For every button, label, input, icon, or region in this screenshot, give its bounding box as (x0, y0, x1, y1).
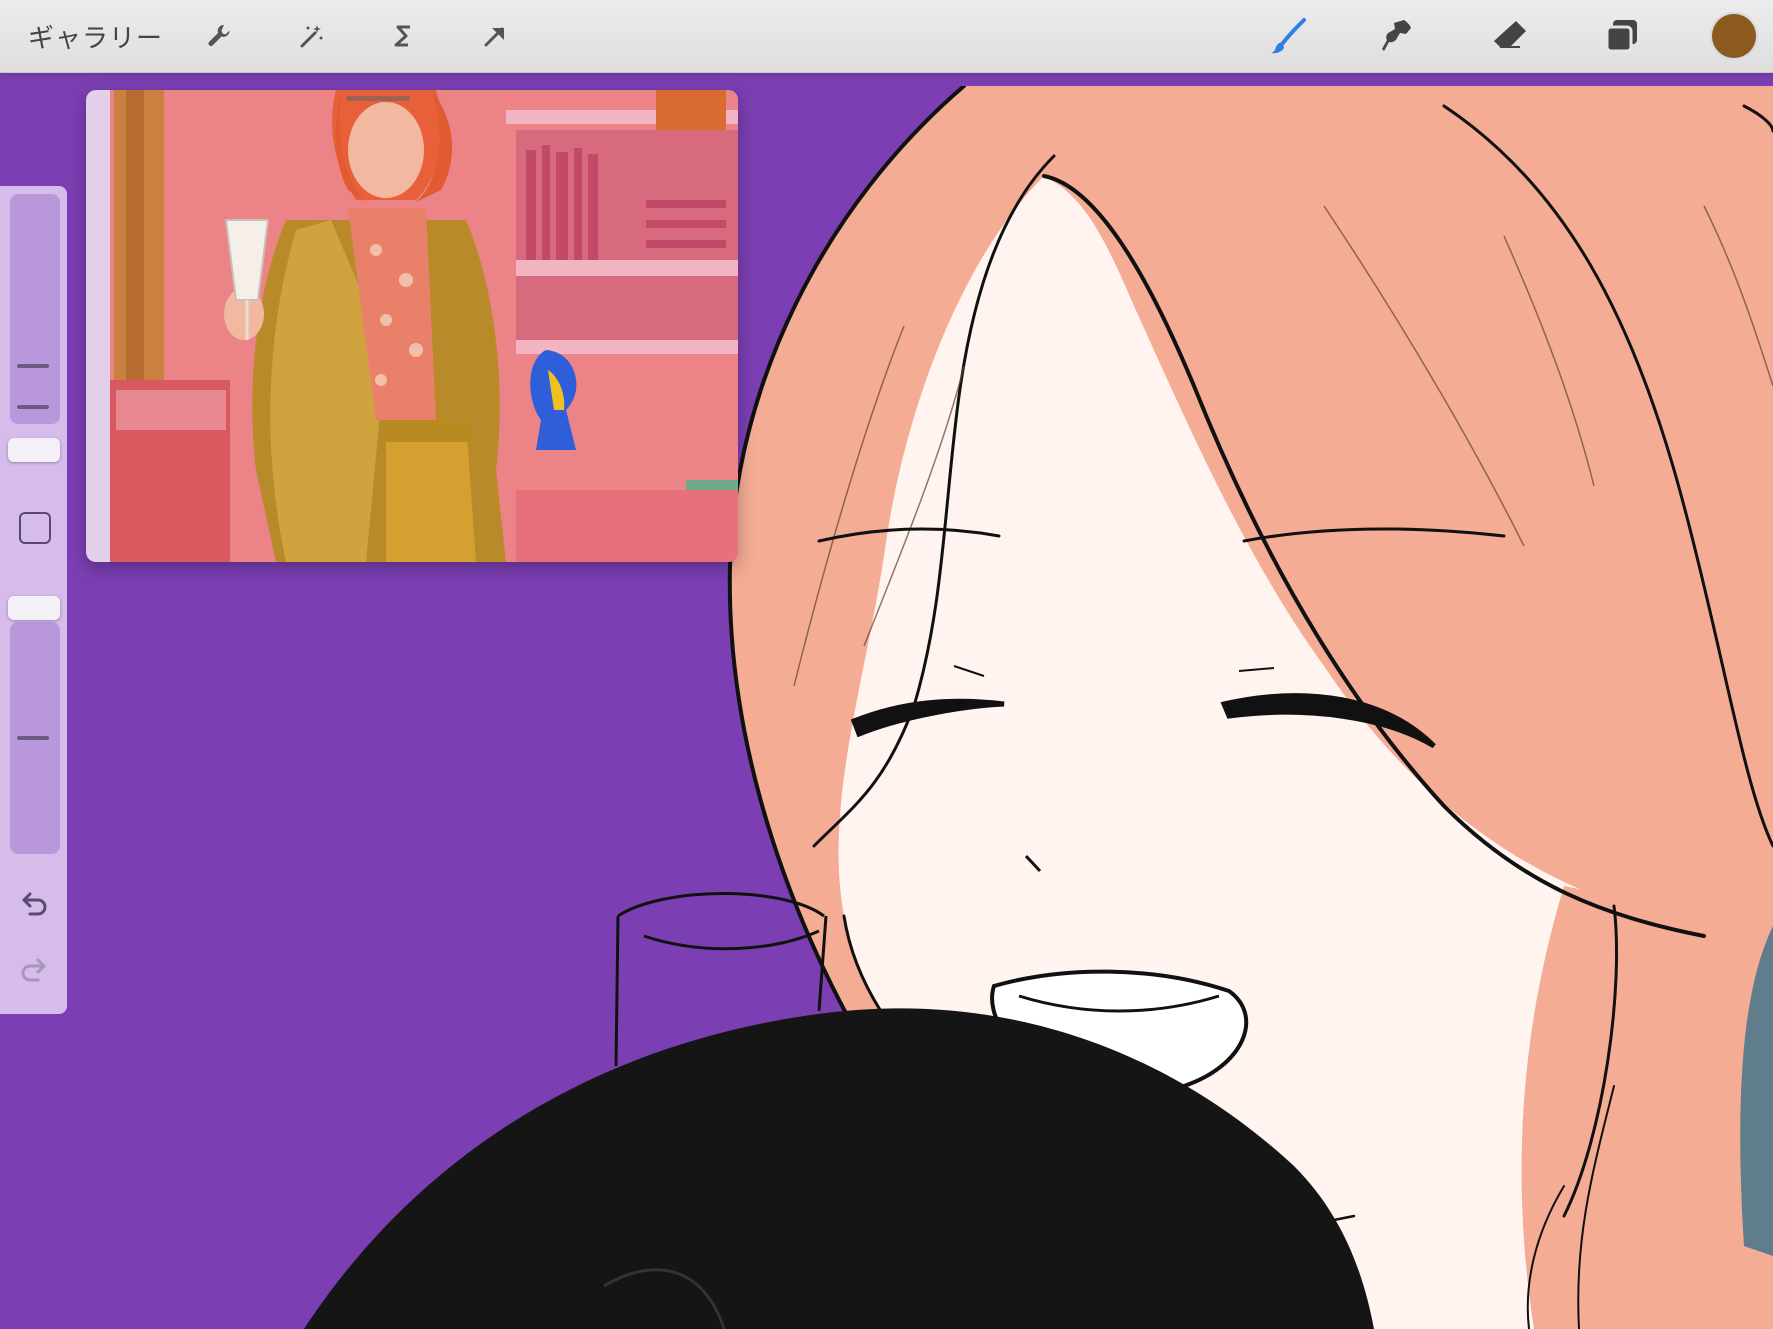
eraser-icon[interactable] (1484, 10, 1536, 62)
adjustments-icon[interactable] (289, 14, 333, 58)
brush-icon[interactable] (1262, 10, 1314, 62)
transform-icon[interactable] (473, 14, 517, 58)
modify-button[interactable] (19, 512, 51, 544)
size-tick-1 (17, 364, 49, 368)
size-tick-2 (17, 405, 49, 409)
opacity-tick (17, 736, 49, 740)
layers-icon[interactable] (1596, 10, 1648, 62)
brush-size-handle[interactable] (8, 438, 60, 462)
redo-icon[interactable] (18, 956, 50, 988)
reference-photo (110, 90, 738, 562)
opacity-handle[interactable] (8, 596, 60, 620)
gallery-button[interactable]: ギャラリー (28, 18, 163, 55)
smudge-icon[interactable] (1372, 10, 1424, 62)
reference-window[interactable] (86, 90, 738, 562)
top-toolbar: ギャラリー (0, 0, 1773, 73)
brush-size-slider[interactable] (10, 194, 60, 424)
color-picker-button[interactable] (1712, 14, 1756, 58)
actions-icon[interactable] (197, 14, 241, 58)
undo-icon[interactable] (18, 890, 50, 922)
left-sidebar (0, 186, 67, 1014)
selection-icon[interactable] (381, 14, 425, 58)
